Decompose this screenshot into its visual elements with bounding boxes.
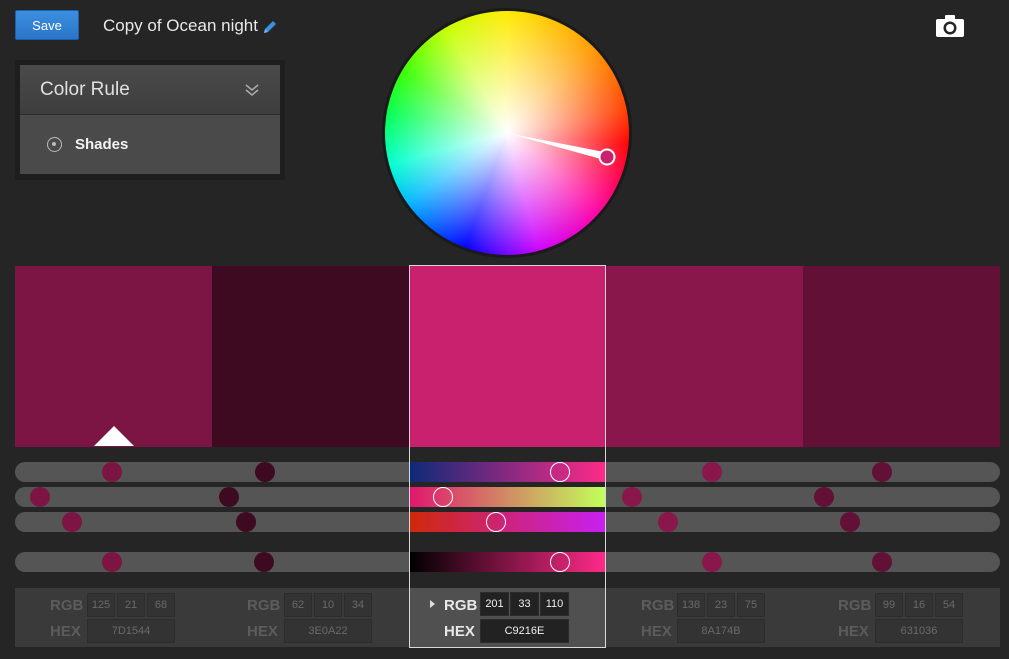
wheel-handle[interactable] (600, 150, 614, 164)
b-field[interactable]: 34 (344, 593, 372, 617)
slider-knob[interactable] (219, 487, 239, 507)
slider-knob[interactable] (62, 512, 82, 532)
color-wheel[interactable] (382, 8, 632, 258)
hex-field[interactable]: 631036 (875, 619, 963, 643)
slider-gradient-blue-pink[interactable] (410, 462, 605, 482)
slider-knob-active[interactable] (550, 462, 570, 482)
slider-knob[interactable] (102, 552, 122, 572)
slider-knob[interactable] (814, 487, 834, 507)
slider-gradient-red-violet[interactable] (410, 512, 605, 532)
save-button[interactable]: Save (15, 10, 79, 40)
hex-field[interactable]: 7D1544 (87, 619, 175, 643)
double-chevron-down-icon[interactable] (244, 82, 260, 98)
color-rule-option[interactable]: Shades (20, 115, 280, 174)
b-field[interactable]: 54 (935, 593, 963, 617)
slider-knob[interactable] (254, 552, 274, 572)
rgb-label: RGB (444, 597, 478, 614)
color-rule-value: Shades (75, 136, 129, 153)
hex-field[interactable]: 8A174B (677, 619, 765, 643)
swatch-values-1: RGB 125 21 68 HEX 7D1544 (15, 588, 211, 647)
swatch-2[interactable] (212, 266, 409, 447)
hex-label: HEX (838, 623, 869, 640)
color-rule-dropdown[interactable]: Color Rule (20, 65, 280, 115)
camera-icon[interactable] (935, 14, 965, 38)
r-field[interactable]: 138 (677, 593, 705, 617)
g-field[interactable]: 33 (510, 592, 539, 616)
wheel-handle-overlay (507, 133, 616, 166)
rgb-label: RGB (247, 597, 281, 614)
g-field[interactable]: 16 (905, 593, 933, 617)
g-field[interactable]: 10 (314, 593, 342, 617)
swatch-values-4: RGB 138 23 75 HEX 8A174B (605, 588, 801, 647)
slider-knob[interactable] (30, 487, 50, 507)
slider-knob[interactable] (872, 462, 892, 482)
swatch-values-3: RGB 201 33 110 HEX C9216E (410, 588, 605, 647)
swatch-4[interactable] (605, 266, 803, 447)
hex-label: HEX (641, 623, 672, 640)
slider-knob[interactable] (102, 462, 122, 482)
slider-knob[interactable] (702, 552, 722, 572)
swatch-values-5: RGB 99 16 54 HEX 631036 (803, 588, 999, 647)
g-field[interactable]: 23 (707, 593, 735, 617)
color-rule-title: Color Rule (40, 78, 130, 100)
b-field[interactable]: 75 (737, 593, 765, 617)
slider-knob[interactable] (872, 552, 892, 572)
slider-knob[interactable] (840, 512, 860, 532)
hex-field[interactable]: 3E0A22 (284, 619, 372, 643)
hex-label: HEX (50, 623, 81, 640)
slider-knob-active[interactable] (486, 512, 506, 532)
slider-knob-active[interactable] (433, 487, 453, 507)
swatch-values-2: RGB 62 10 34 HEX 3E0A22 (212, 588, 408, 647)
rgb-label: RGB (50, 597, 84, 614)
swatch-5[interactable] (803, 266, 1000, 447)
slider-knob[interactable] (236, 512, 256, 532)
theme-name[interactable]: Copy of Ocean night (103, 16, 258, 36)
slider-gradient-black-pink[interactable] (410, 552, 605, 572)
slider-knob[interactable] (658, 512, 678, 532)
hex-label: HEX (444, 623, 475, 640)
color-rule-panel: Color Rule Shades (15, 60, 285, 180)
slider-knob[interactable] (622, 487, 642, 507)
hex-label: HEX (247, 623, 278, 640)
swatch-3[interactable] (410, 266, 605, 447)
r-field[interactable]: 62 (284, 593, 312, 617)
r-field[interactable]: 201 (480, 592, 509, 616)
rgb-label: RGB (641, 597, 675, 614)
base-color-marker[interactable] (94, 426, 134, 446)
r-field[interactable]: 125 (87, 593, 115, 617)
pencil-icon[interactable] (262, 19, 278, 35)
g-field[interactable]: 21 (117, 593, 145, 617)
r-field[interactable]: 99 (875, 593, 903, 617)
slider-knob[interactable] (255, 462, 275, 482)
caret-right-icon[interactable] (430, 600, 435, 608)
wheel-handle-line (507, 133, 608, 161)
slider-knob[interactable] (702, 462, 722, 482)
swatch-1[interactable] (15, 266, 212, 447)
radio-icon[interactable] (47, 137, 62, 152)
slider-knob-active[interactable] (550, 552, 570, 572)
b-field[interactable]: 68 (147, 593, 175, 617)
b-field[interactable]: 110 (540, 592, 569, 616)
rgb-label: RGB (838, 597, 872, 614)
hex-field[interactable]: C9216E (480, 619, 569, 643)
